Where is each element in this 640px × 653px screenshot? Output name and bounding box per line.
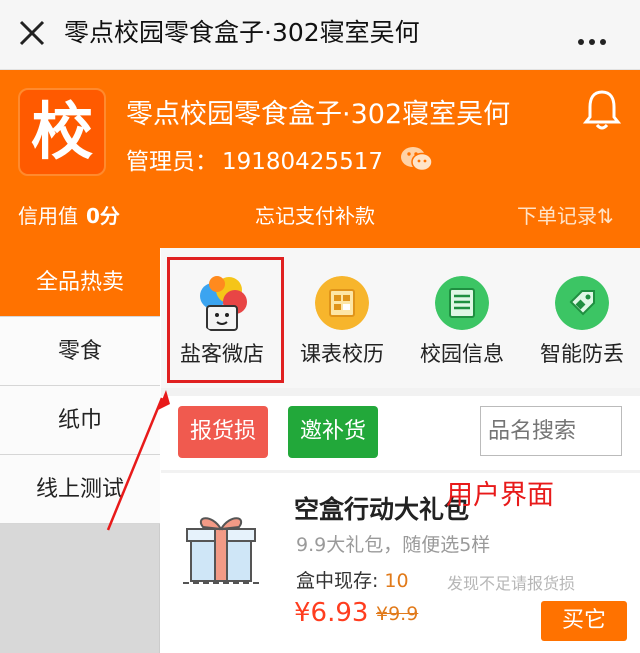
action-bar: 报货损 邀补货 bbox=[161, 396, 640, 470]
top-bar: 零点校园零食盒子·302寝室吴何 bbox=[0, 0, 640, 70]
tag-icon bbox=[555, 276, 609, 330]
sidebar-item-online-test[interactable]: 线上测试 bbox=[0, 455, 160, 524]
shop-header: 校 零点校园零食盒子·302寝室吴何 管理员： 19180425517 信用值 0分… bbox=[0, 70, 640, 248]
product-description: 9.9大礼包，随便选5样 bbox=[296, 534, 491, 556]
gift-icon bbox=[183, 517, 259, 584]
product-stock: 盒中现存: 10 bbox=[296, 570, 409, 592]
original-price: ¥9.9 bbox=[376, 603, 419, 625]
stats-row: 信用值 0分 忘记支付补款 下单记录⇅ bbox=[0, 198, 640, 228]
app-label: 校园信息 bbox=[420, 342, 504, 366]
credit-score: 信用值 0分 bbox=[18, 204, 120, 228]
bell-icon[interactable] bbox=[582, 88, 622, 132]
product-price: ¥6.93 bbox=[294, 598, 369, 628]
app-campus-info[interactable]: 校园信息 bbox=[401, 248, 521, 388]
search-input[interactable] bbox=[480, 406, 622, 456]
stock-warning: 发现不足请报货损 bbox=[447, 574, 576, 593]
report-damage-button[interactable]: 报货损 bbox=[178, 406, 269, 458]
main-content: 盐客微店 课表校历 校园信息 智能防丢 报货损 邀补货 品名搜索 空盒行动大礼包… bbox=[161, 248, 640, 653]
sidebar-item-hot[interactable]: 全品热卖 bbox=[0, 248, 160, 317]
admin-phone: 19180425517 bbox=[222, 149, 383, 175]
forgot-pay-link[interactable]: 忘记支付补款 bbox=[255, 200, 375, 229]
category-sidebar: 全品热卖 零食 纸巾 线上测试 bbox=[0, 248, 160, 653]
request-restock-button[interactable]: 邀补货 bbox=[288, 406, 379, 458]
sidebar-item-snacks[interactable]: 零食 bbox=[0, 317, 160, 386]
highlight-box bbox=[167, 257, 284, 383]
app-label: 课表校历 bbox=[300, 342, 384, 366]
stock-count: 10 bbox=[384, 570, 409, 592]
wechat-icon[interactable] bbox=[400, 145, 434, 173]
annotation-label: 用户界面 bbox=[446, 480, 554, 511]
app-shortcuts: 盐客微店 课表校历 校园信息 智能防丢 bbox=[161, 248, 640, 388]
sidebar-item-tissues[interactable]: 纸巾 bbox=[0, 386, 160, 455]
admin-label: 管理员： bbox=[126, 149, 218, 175]
product-card[interactable]: 空盒行动大礼包 9.9大礼包，随便选5样 盒中现存: 10 发现不足请报货损 ¥6… bbox=[161, 473, 640, 653]
close-icon[interactable] bbox=[14, 15, 50, 51]
app-label: 智能防丢 bbox=[540, 342, 624, 366]
admin-info: 管理员： 19180425517 bbox=[126, 142, 383, 176]
app-timetable[interactable]: 课表校历 bbox=[281, 248, 401, 388]
shop-logo: 校 bbox=[18, 88, 106, 176]
document-icon bbox=[435, 276, 489, 330]
order-records-link[interactable]: 下单记录⇅ bbox=[517, 200, 614, 229]
product-name: 空盒行动大礼包 bbox=[294, 495, 470, 524]
calendar-icon bbox=[315, 276, 369, 330]
credit-value: 0分 bbox=[86, 204, 120, 228]
shop-name: 零点校园零食盒子·302寝室吴何 bbox=[126, 99, 511, 130]
app-anti-loss[interactable]: 智能防丢 bbox=[521, 248, 640, 388]
page-title: 零点校园零食盒子·302寝室吴何 bbox=[64, 18, 420, 47]
buy-button[interactable]: 买它 bbox=[541, 601, 627, 641]
more-menu-icon[interactable] bbox=[578, 30, 614, 45]
